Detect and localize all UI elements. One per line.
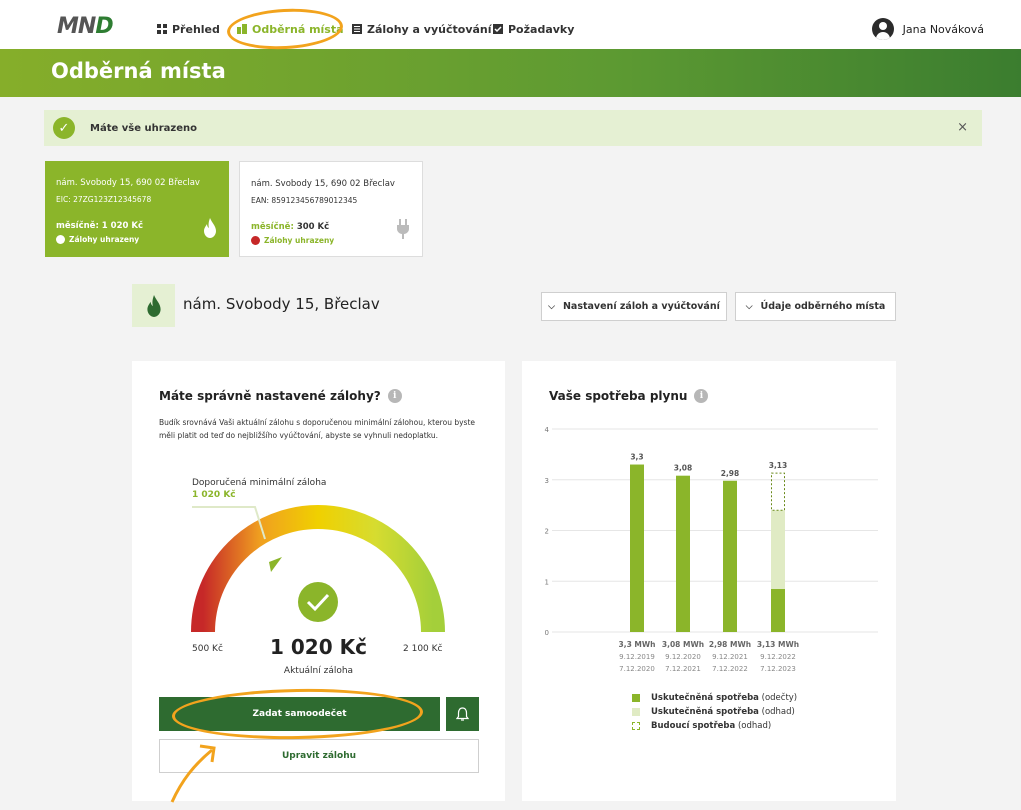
button-label: Údaje odběrného místa: [760, 301, 886, 312]
gas-place-icon: [132, 284, 175, 327]
card-status: Zálohy uhrazeny: [251, 236, 334, 245]
document-icon: [352, 24, 362, 34]
check-circle-icon: ✓: [53, 117, 75, 139]
bar-segment: [771, 510, 785, 589]
check-circle-icon: [56, 235, 65, 244]
y-tick-label: 2: [545, 528, 549, 536]
legend-swatch: [632, 722, 640, 730]
consumption-point-card-electricity[interactable]: nám. Svobody 15, 690 02 Břeclav EAN: 859…: [239, 161, 423, 257]
nav-item-pozadavky[interactable]: Požadavky: [493, 21, 574, 37]
legend-text: Budoucí spotřeba (odhad): [651, 721, 772, 731]
user-name: Jana Nováková: [902, 22, 984, 36]
x-tick-date-to: 7.12.2023: [760, 665, 796, 673]
page-header-banner: Odběrná místa: [0, 49, 1021, 97]
x-tick-date-from: 9.12.2019: [619, 653, 655, 661]
current-deposit-label: Aktuální záloha: [283, 666, 354, 676]
bar-segment: [723, 480, 737, 632]
nav-item-zalohy[interactable]: Zálohy a vyúčtování: [352, 21, 492, 37]
chevron-down-icon: ⌵: [548, 301, 555, 312]
gas-consumption-panel: Vaše spotřeba plynu i 0 1 2 3 4 3,3 3,3 MWh 9.1…: [522, 361, 896, 801]
card-monthly: měsíčně: 1 020 Kč: [56, 221, 144, 231]
x-tick-date-to: 7.12.2022: [712, 665, 748, 673]
flame-icon: [204, 218, 216, 238]
card-status-text: Zálohy uhrazeny: [69, 235, 140, 244]
data-label: 3,3: [630, 453, 643, 462]
x-tick-label: 3,08 MWh: [662, 640, 704, 649]
legend-text: Uskutečněná spotřeba (odhad): [651, 707, 795, 717]
check-circle-icon: [298, 582, 338, 622]
flame-icon: [146, 294, 161, 317]
legend-item: Uskutečněná spotřeba (odhad): [632, 705, 797, 719]
card-status-text: Zálohy uhrazeny: [264, 236, 335, 245]
legend-text: Uskutečněná spotřeba (odečty): [651, 693, 798, 703]
plug-icon: [397, 219, 409, 239]
data-label: 3,13: [769, 461, 788, 470]
legend-swatch: [632, 694, 640, 702]
x-tick-label: 2,98 MWh: [709, 640, 751, 649]
place-details-dropdown-button[interactable]: ⌵ Údaje odběrného místa: [735, 292, 896, 321]
alert-text: Máte vše uhrazeno: [90, 122, 197, 134]
place-name: nám. Svobody 15, Břeclav: [183, 295, 380, 313]
logo-accent: D: [95, 14, 113, 39]
y-tick-label: 0: [545, 629, 549, 637]
chart-legend: Uskutečněná spotřeba (odečty) Uskutečněn…: [632, 691, 797, 733]
bar-segment: [676, 475, 690, 632]
recommended-label: Doporučená minimální záloha: [192, 478, 327, 488]
consumption-point-card-gas[interactable]: nám. Svobody 15, 690 02 Břeclav EIC: 27Z…: [45, 161, 229, 257]
x-tick-date-to: 7.12.2020: [619, 665, 655, 673]
card-status: Zálohy uhrazeny: [56, 235, 139, 244]
consumption-chart: 0 1 2 3 4 3,3 3,3 MWh 9.12.2019 7.12.2020 3,08 3,0…: [545, 426, 878, 673]
close-icon[interactable]: ×: [957, 120, 968, 135]
bar-segment-future: [771, 472, 785, 511]
x-tick-date-to: 7.12.2021: [665, 665, 701, 673]
x-tick-date-from: 9.12.2021: [712, 653, 748, 661]
card-monthly-value: 300 Kč: [296, 222, 330, 232]
settings-dropdown-button[interactable]: ⌵ Nastavení záloh a vyúčtování: [541, 292, 727, 321]
x-tick-date-from: 9.12.2020: [665, 653, 701, 661]
y-tick-label: 4: [545, 426, 550, 434]
current-deposit-value: 1 020 Kč: [270, 635, 367, 659]
card-address: nám. Svobody 15, 690 02 Břeclav: [251, 179, 395, 189]
legend-item: Uskutečněná spotřeba (odečty): [632, 691, 797, 705]
bar-segment: [630, 464, 644, 632]
legend-item: Budoucí spotřeba (odhad): [632, 719, 797, 733]
recommended-value: 1 020 Kč: [192, 490, 236, 500]
reminder-button[interactable]: [446, 697, 479, 731]
nav-label: Přehled: [172, 22, 220, 36]
x-tick-label: 3,13 MWh: [757, 640, 799, 649]
y-tick-label: 3: [545, 477, 549, 485]
bar-segment: [771, 588, 785, 632]
x-tick-label: 3,3 MWh: [619, 640, 656, 649]
avatar-icon: [871, 18, 894, 40]
card-eic: EIC: 27ZG123Z12345678: [56, 195, 152, 204]
button-label: Nastavení záloh a vyúčtování: [562, 301, 720, 312]
data-label: 3,08: [674, 464, 693, 473]
chevron-down-icon: ⌵: [745, 301, 753, 312]
button-label: Upravit zálohu: [281, 751, 357, 761]
success-alert: ✓ Máte vše uhrazeno ×: [44, 110, 982, 146]
x-tick-date-from: 9.12.2022: [760, 653, 796, 661]
card-monthly-label: měsíčně:: [251, 222, 294, 232]
bell-icon: [456, 706, 469, 721]
data-label: 2,98: [721, 469, 740, 478]
card-monthly: měsíčně: 300 Kč: [251, 222, 329, 232]
nav-label: Požadavky: [508, 22, 575, 36]
nav-item-prehled[interactable]: Přehled: [157, 21, 220, 37]
page-title: Odběrná místa: [51, 59, 226, 83]
legend-swatch: [632, 708, 640, 716]
logo-text: MN: [57, 14, 96, 39]
nav-label: Zálohy a vyúčtování: [367, 22, 492, 36]
user-menu[interactable]: Jana Nováková: [871, 18, 984, 40]
card-ean: EAN: 859123456789012345: [251, 196, 358, 205]
y-tick-label: 1: [545, 578, 549, 586]
card-address: nám. Svobody 15, 690 02 Břeclav: [56, 178, 200, 188]
annotation-arrow-icon: [170, 744, 216, 803]
checkbox-icon: [493, 24, 503, 34]
status-dot-icon: [251, 236, 260, 245]
mnd-logo[interactable]: MND: [57, 14, 114, 39]
grid-icon: [157, 24, 167, 34]
